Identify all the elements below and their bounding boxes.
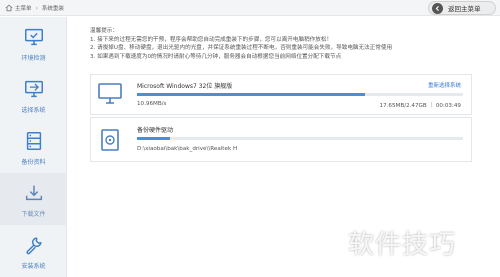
- breadcrumb-home[interactable]: 主菜单: [15, 4, 32, 12]
- sidebar-item-select-system[interactable]: 选择系统: [0, 69, 67, 121]
- notice-line-3: 3. 如果遇到下载速度为0的情况时请耐心等待几分钟，服务器会自动根据您当前网络位…: [90, 53, 342, 60]
- sidebar-item-label: 安装系统: [21, 263, 46, 270]
- driver-backup-title: 备份硬件驱动: [137, 127, 174, 134]
- breadcrumb: 主菜单 › 系统重装: [5, 2, 64, 14]
- sidebar: 环境检测 选择系统 备份资料 下载文件 安装系统: [0, 17, 67, 277]
- home-icon[interactable]: [5, 4, 13, 12]
- watermark: 软件技巧: [348, 230, 457, 260]
- driver-backup-path: D:\xiaobai\bak\bak_drive\\Realtek H: [137, 146, 238, 152]
- breadcrumb-current: 系统重装: [41, 6, 64, 12]
- sidebar-item-install[interactable]: 安装系统: [0, 225, 67, 277]
- sidebar-item-environment-check[interactable]: 环境检测: [0, 17, 67, 69]
- download-speed: 10.96MB/s: [137, 101, 167, 107]
- back-to-main-menu-button[interactable]: 返回主菜单: [428, 1, 496, 15]
- notice-line-1: 1. 接下来的过程无需您的干预，程序会帮助您自动完成重装下的步骤，您可以离开电脑…: [90, 36, 333, 43]
- breadcrumb-separator: ›: [35, 4, 38, 12]
- backup-icon: [26, 132, 41, 150]
- driver-backup-card: 备份硬件驱动 D:\xiaobai\bak\bak_drive\\Realtek…: [90, 117, 472, 162]
- system-title: Microsoft Windows7 32位 旗舰版: [137, 83, 233, 90]
- back-button-label: 返回主菜单: [448, 5, 481, 13]
- sidebar-item-backup[interactable]: 备份资料: [0, 121, 67, 173]
- sidebar-item-download[interactable]: 下载文件: [0, 173, 67, 225]
- monitor-icon: [98, 83, 122, 104]
- system-select-icon: [24, 80, 43, 98]
- sidebar-item-label: 环境检测: [21, 55, 46, 62]
- download-size-time: 17.65MB/2.47GB ｜ 00:03:49: [379, 103, 461, 109]
- hardware-driver-icon: [101, 129, 119, 151]
- reselect-system-link[interactable]: 重新选择系统: [428, 81, 461, 89]
- sidebar-item-label: 备份资料: [21, 159, 46, 166]
- sidebar-item-label: 选择系统: [21, 107, 46, 114]
- driver-backup-progress: [137, 137, 463, 140]
- top-bar: 主菜单 › 系统重装 返回主菜单: [0, 0, 500, 16]
- system-download-progress: [137, 93, 463, 96]
- notice-line-2: 2. 请拔掉U盘、移动硬盘，退出光驱内的光盘，并保证系统重装过程不断电，否则重装…: [90, 45, 393, 52]
- monitor-check-icon: [24, 28, 43, 46]
- system-download-card: Microsoft Windows7 32位 旗舰版 重新选择系统 10.96M…: [90, 74, 472, 115]
- notice-title: 温馨提示：: [90, 28, 118, 34]
- progress-fill: [137, 137, 170, 140]
- install-wrench-icon: [25, 237, 42, 255]
- arrow-left-icon: [432, 2, 443, 14]
- progress-fill: [137, 93, 366, 96]
- notice-panel: 温馨提示： 1. 接下来的过程无需您的干预，程序会帮助您自动完成重装下的步骤，您…: [90, 27, 490, 61]
- sidebar-item-label: 下载文件: [21, 211, 46, 218]
- download-icon: [25, 185, 42, 201]
